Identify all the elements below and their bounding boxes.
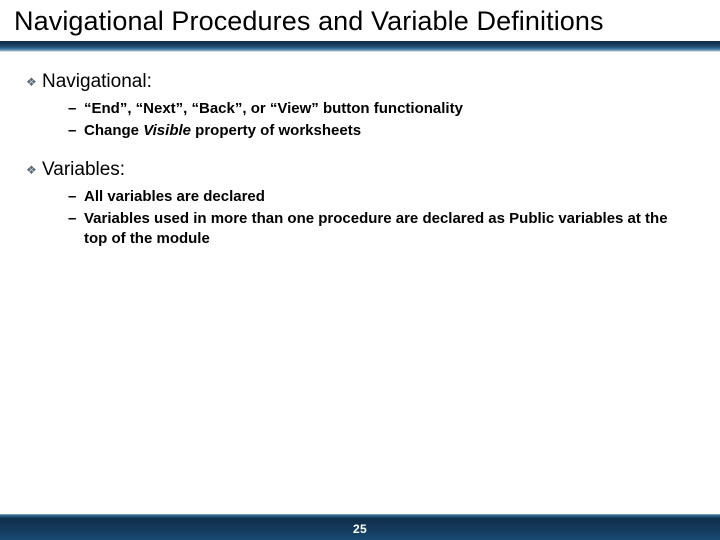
slide: Navigational Procedures and Variable Def…: [0, 0, 720, 540]
slide-title: Navigational Procedures and Variable Def…: [14, 6, 710, 37]
page-number: 25: [353, 522, 367, 536]
list-item-text: All variables are declared: [84, 187, 265, 207]
footer: 25: [0, 514, 720, 540]
sub-list-navigational: – “End”, “Next”, “Back”, or “View” butto…: [68, 99, 700, 141]
list-item: – Change Visible property of worksheets: [68, 121, 700, 141]
sub-list-variables: – All variables are declared – Variables…: [68, 187, 700, 249]
diamond-icon: ❖: [26, 71, 42, 93]
content-area: ❖ Navigational: – “End”, “Next”, “Back”,…: [0, 51, 720, 540]
list-item-text: “End”, “Next”, “Back”, or “View” button …: [84, 99, 463, 119]
title-area: Navigational Procedures and Variable Def…: [0, 0, 720, 37]
footer-body: 25: [0, 518, 720, 540]
bullet-heading: Variables:: [42, 159, 125, 181]
list-item-text: Variables used in more than one procedur…: [84, 209, 684, 249]
title-underline: [0, 41, 720, 51]
diamond-icon: ❖: [26, 159, 42, 181]
list-item: – “End”, “Next”, “Back”, or “View” butto…: [68, 99, 700, 119]
list-item: – Variables used in more than one proced…: [68, 209, 700, 249]
bullet-heading: Navigational:: [42, 71, 152, 93]
dash-icon: –: [68, 121, 84, 141]
bullet-navigational: ❖ Navigational:: [26, 71, 700, 93]
dash-icon: –: [68, 187, 84, 207]
list-item: – All variables are declared: [68, 187, 700, 207]
bullet-variables: ❖ Variables:: [26, 159, 700, 181]
list-item-text: Change Visible property of worksheets: [84, 121, 361, 141]
dash-icon: –: [68, 209, 84, 229]
dash-icon: –: [68, 99, 84, 119]
